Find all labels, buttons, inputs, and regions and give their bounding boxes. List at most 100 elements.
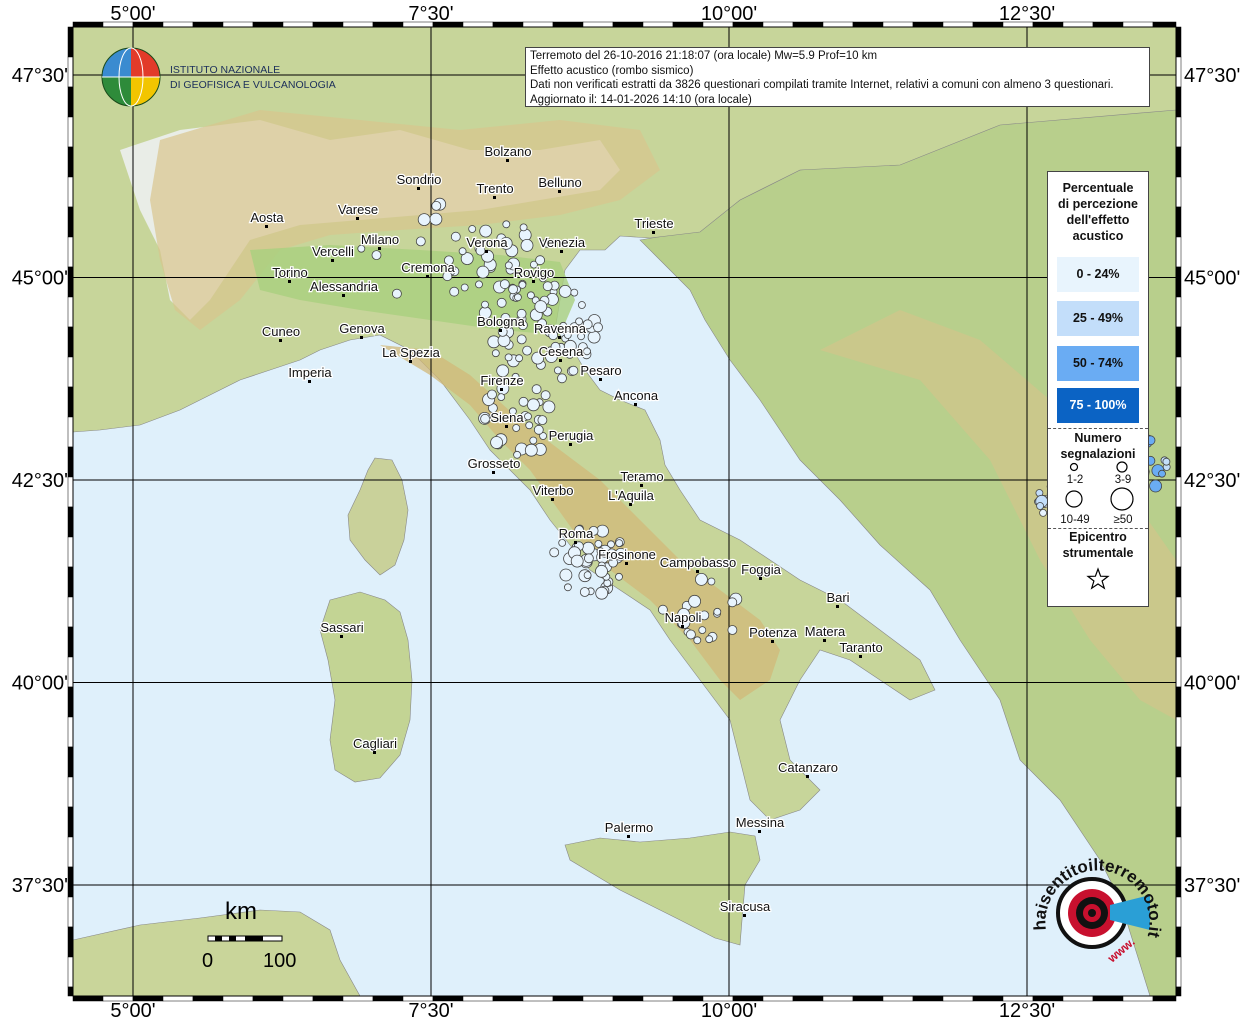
survey-point — [516, 334, 527, 345]
survey-point — [515, 354, 523, 363]
lat-tick-label: 45°00' — [1184, 268, 1240, 290]
survey-point — [615, 572, 623, 581]
lat-tick-label: 42°30' — [12, 470, 68, 492]
survey-point — [583, 347, 591, 356]
legend-title-3: dell'effetto — [1066, 213, 1130, 227]
legend-bin-1: 25 - 49% — [1057, 301, 1139, 336]
survey-point — [595, 564, 608, 578]
info-line-data: Dati non verificati estratti da 3826 que… — [530, 79, 1114, 91]
scale-unit: km — [225, 898, 257, 925]
info-line-updated: Aggiornato il: 14-01-2026 14:10 (ora loc… — [530, 93, 752, 106]
survey-point — [615, 539, 624, 547]
survey-point — [431, 200, 442, 211]
survey-point — [487, 389, 497, 400]
legend-epi-title-1: Epicentro — [1069, 530, 1127, 544]
survey-point — [508, 284, 518, 295]
lon-tick-label: 7°30' — [408, 1000, 453, 1022]
survey-point — [698, 626, 707, 634]
lon-tick-label: 5°00' — [110, 3, 155, 25]
legend-count-2: 3-9 — [1114, 474, 1132, 486]
svg-text:Siracusa: Siracusa — [720, 899, 771, 914]
svg-text:Napoli: Napoli — [665, 610, 702, 625]
survey-point — [688, 594, 701, 608]
survey-point — [603, 579, 612, 587]
survey-point — [1162, 457, 1171, 466]
lat-tick-label: 45°00' — [12, 268, 68, 290]
survey-point — [518, 396, 529, 407]
svg-text:Ravenna: Ravenna — [534, 321, 587, 336]
survey-point — [593, 322, 603, 333]
svg-text:Varese: Varese — [338, 202, 378, 217]
svg-text:Aosta: Aosta — [250, 210, 284, 225]
svg-text:Verona: Verona — [466, 235, 508, 250]
svg-text:Cuneo: Cuneo — [262, 324, 300, 339]
svg-text:Venezia: Venezia — [539, 235, 586, 250]
legend-bin-3: 75 - 100% — [1057, 388, 1139, 423]
lat-tick-label: 47°30' — [12, 65, 68, 87]
svg-text:Pesaro: Pesaro — [580, 363, 621, 378]
legend-star-icon — [1086, 567, 1110, 590]
svg-text:Frosinone: Frosinone — [598, 547, 656, 562]
svg-text:Perugia: Perugia — [549, 428, 595, 443]
survey-point — [578, 301, 586, 309]
survey-point — [497, 393, 506, 402]
survey-point — [460, 283, 469, 292]
svg-text:Foggia: Foggia — [741, 562, 782, 577]
svg-text:Firenze: Firenze — [480, 373, 523, 388]
survey-point — [504, 353, 513, 362]
lat-tick-label: 37°30' — [1184, 875, 1240, 897]
survey-point — [449, 286, 460, 297]
svg-text:Trento: Trento — [476, 181, 513, 196]
survey-point — [587, 330, 601, 344]
svg-text:Imperia: Imperia — [288, 365, 332, 380]
svg-text:La Spezia: La Spezia — [382, 345, 441, 360]
svg-text:Trieste: Trieste — [634, 216, 673, 231]
survey-point — [564, 583, 572, 592]
legend-count-3: 10-49 — [1060, 514, 1090, 526]
legend-epi-title-2: strumentale — [1062, 546, 1134, 560]
svg-text:Torino: Torino — [272, 265, 307, 280]
survey-point — [458, 247, 467, 256]
svg-text:L'Aquila: L'Aquila — [608, 488, 655, 503]
svg-text:Genova: Genova — [339, 321, 385, 336]
survey-point — [542, 400, 556, 414]
survey-point — [727, 597, 738, 608]
lon-tick-label: 12°30' — [999, 1000, 1055, 1022]
survey-point — [542, 281, 553, 292]
survey-point — [502, 220, 511, 229]
svg-text:Teramo: Teramo — [620, 469, 663, 484]
svg-text:Siena: Siena — [490, 410, 524, 425]
survey-point — [557, 373, 567, 384]
survey-point — [583, 571, 592, 579]
legend-bin-2: 50 - 74% — [1057, 346, 1139, 381]
survey-point — [534, 300, 548, 314]
legend-bin-0: 0 - 24% — [1057, 257, 1139, 292]
svg-text:Sassari: Sassari — [320, 620, 363, 635]
svg-text:Bolzano: Bolzano — [485, 144, 532, 159]
svg-text:Campobasso: Campobasso — [660, 555, 737, 570]
lon-tick-label: 7°30' — [408, 3, 453, 25]
survey-point — [1036, 502, 1044, 510]
survey-point — [524, 443, 538, 457]
survey-point — [529, 436, 538, 445]
survey-point — [693, 636, 702, 645]
survey-point — [582, 541, 595, 555]
svg-text:Catanzaro: Catanzaro — [778, 760, 838, 775]
logo-line-1: ISTITUTO NAZIONALE — [170, 64, 280, 76]
legend-count-title-1: Numero — [1074, 431, 1122, 445]
survey-point — [491, 349, 500, 358]
survey-point — [371, 250, 382, 261]
legend: Percentuale di percezione dell'effetto a… — [1047, 171, 1149, 607]
survey-point — [686, 629, 696, 640]
survey-point — [707, 577, 716, 586]
survey-point — [481, 300, 489, 309]
lon-tick-label: 12°30' — [999, 3, 1055, 25]
survey-point — [512, 424, 521, 432]
info-line-quake: Terremoto del 26-10-2016 21:18:07 (ora l… — [530, 50, 878, 62]
survey-point — [568, 365, 579, 376]
logo-line-2: DI GEOFISICA E VULCANOLOGIA — [170, 79, 336, 91]
survey-point — [527, 398, 540, 412]
survey-point — [549, 547, 560, 558]
survey-point — [584, 553, 594, 564]
legend-count-4: ≥50 — [1113, 514, 1133, 526]
